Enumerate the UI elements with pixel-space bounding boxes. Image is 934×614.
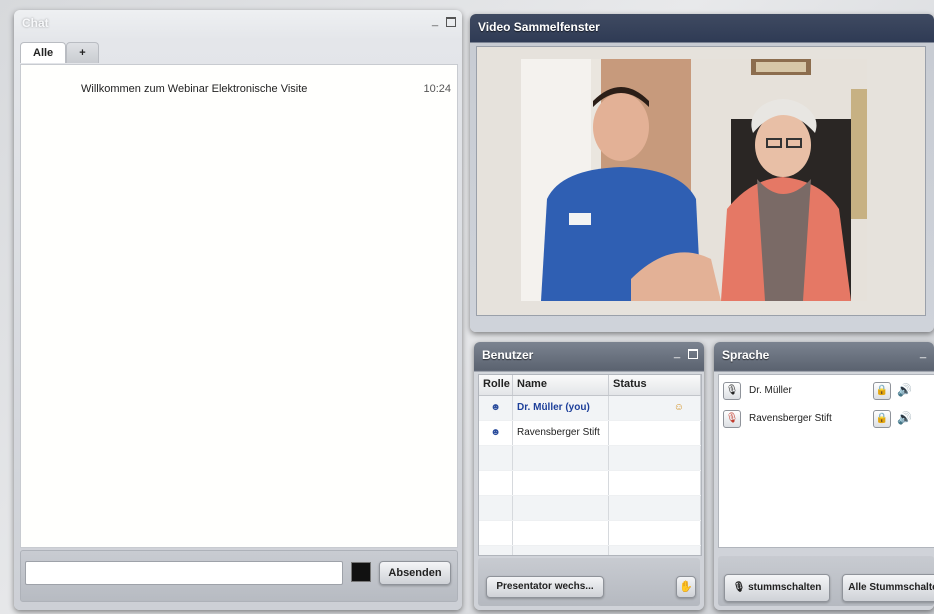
lock-icon[interactable]: 🔒 <box>873 382 891 400</box>
speech-list: 🎙 Dr. Müller 🔒 🔊 🎙 Ravensberger Stift 🔒 … <box>718 374 934 548</box>
video-image <box>521 59 867 301</box>
speech-title: Sprache <box>722 348 770 362</box>
chat-tabs: Alle + <box>20 42 99 63</box>
users-title: Benutzer <box>482 348 534 362</box>
user-name: Dr. Müller (you) <box>513 396 609 420</box>
maximize-icon[interactable] <box>688 349 698 359</box>
table-row[interactable]: ☻ Dr. Müller (you) ☺ <box>479 396 701 421</box>
user-name: Ravensberger Stift <box>513 421 609 445</box>
table-row-empty <box>479 496 701 521</box>
chat-messages: Willkommen zum Webinar Elektronische Vis… <box>20 64 458 548</box>
column-header-status[interactable]: Status <box>609 375 701 395</box>
speaker-icon[interactable]: 🔊 <box>897 411 912 425</box>
minimize-icon[interactable]: _ <box>672 347 682 359</box>
maximize-icon[interactable] <box>446 17 456 27</box>
users-toolbar: Presentator wechs... ✋ <box>478 558 700 606</box>
users-window-controls: _ <box>672 347 698 359</box>
users-panel: Benutzer _ Rolle Name Status ☻ Dr. Mülle… <box>474 342 704 610</box>
list-item: 🎙 Dr. Müller 🔒 🔊 <box>719 379 934 403</box>
mute-label: stummschalten <box>748 582 822 593</box>
microphone-icon[interactable]: 🎙 <box>723 382 741 400</box>
video-panel: Video Sammelfenster <box>470 14 934 332</box>
chat-window-controls: _ <box>430 15 456 27</box>
video-feed <box>521 59 867 301</box>
presenter-icon: ☻ <box>479 396 513 420</box>
chat-compose-bar: Absenden <box>20 550 458 602</box>
table-row-empty <box>479 521 701 546</box>
chat-message-time: 10:24 <box>423 83 451 95</box>
speech-toolbar: 🎙 stummschalten Alle Stummschalte <box>718 556 934 606</box>
participant-icon: ☻ <box>479 421 513 445</box>
chat-panel: Chat _ Alle + Willkommen zum Webinar Ele… <box>14 10 462 610</box>
list-item: 🎙 Ravensberger Stift 🔒 🔊 <box>719 407 934 431</box>
speech-panel: Sprache _ 🎙 Dr. Müller 🔒 🔊 🎙 Ravensberge… <box>714 342 934 610</box>
mute-button[interactable]: 🎙 stummschalten <box>724 574 830 602</box>
minimize-icon[interactable]: _ <box>918 347 928 359</box>
speaker-name: Dr. Müller <box>749 385 792 396</box>
table-row-empty <box>479 546 701 555</box>
tab-add[interactable]: + <box>66 42 99 63</box>
table-row[interactable]: ☻ Ravensberger Stift <box>479 421 701 446</box>
hand-icon[interactable]: ✋ <box>676 576 696 598</box>
column-header-role[interactable]: Rolle <box>479 375 513 395</box>
video-title: Video Sammelfenster <box>478 20 600 34</box>
microphone-icon: 🎙 <box>732 582 749 593</box>
speech-window-controls: _ <box>918 347 928 359</box>
mute-all-button[interactable]: Alle Stummschalte <box>842 574 934 602</box>
status-person-icon: ☺ <box>609 396 701 420</box>
table-row-empty <box>479 446 701 471</box>
table-row-empty <box>479 471 701 496</box>
chat-message-text: Willkommen zum Webinar Elektronische Vis… <box>81 83 308 95</box>
speaker-name: Ravensberger Stift <box>749 413 832 424</box>
chat-title: Chat <box>22 16 49 30</box>
chat-input[interactable] <box>25 561 343 585</box>
lock-icon[interactable]: 🔒 <box>873 410 891 428</box>
users-table-header: Rolle Name Status <box>479 375 701 396</box>
speaker-icon[interactable]: 🔊 <box>897 383 912 397</box>
text-color-picker[interactable] <box>351 562 371 582</box>
microphone-muted-icon[interactable]: 🎙 <box>723 410 741 428</box>
users-table: Rolle Name Status ☻ Dr. Müller (you) ☺ ☻… <box>478 374 702 556</box>
video-frame <box>476 46 926 316</box>
tab-alle[interactable]: Alle <box>20 42 67 63</box>
send-button[interactable]: Absenden <box>379 561 451 585</box>
change-presenter-button[interactable]: Presentator wechs... <box>486 576 604 598</box>
column-header-name[interactable]: Name <box>513 375 609 395</box>
minimize-icon[interactable]: _ <box>430 15 440 27</box>
